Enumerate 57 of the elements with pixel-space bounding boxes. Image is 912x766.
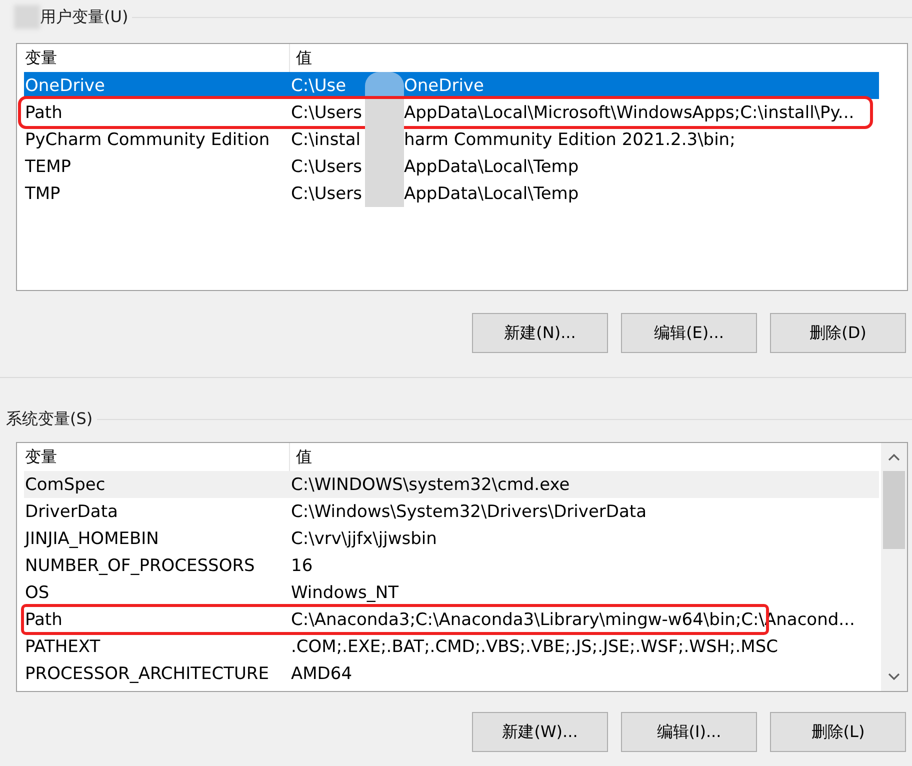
list-row[interactable]: Path C:\Users AppData\Local\Microsoft\WindowsApps;C:\install\Py... xyxy=(21,99,870,126)
variable-value: .COM;.EXE;.BAT;.CMD;.VBS;.VBE;.JS;.JSE;.WSF;.WSH;.MSC xyxy=(291,636,778,656)
dialog-button[interactable]: 新建(N)... xyxy=(472,313,608,353)
variable-value: AppData\Local\Microsoft\WindowsApps;C:\install\Py... xyxy=(404,102,854,122)
variable-value: C:\instal xyxy=(291,130,362,150)
variable-value: C:\Windows\System32\Drivers\DriverData xyxy=(291,502,646,522)
variable-value: AppData\Local\Temp xyxy=(404,184,579,204)
list-row[interactable]: ComSpec C:\WINDOWS\system32\cmd.exe xyxy=(24,471,879,498)
list-row[interactable]: PROCESSOR_ARCHITECTURE AMD64 xyxy=(24,660,879,687)
variable-value: AMD64 xyxy=(291,664,352,684)
variable-name: OneDrive xyxy=(24,76,106,96)
variable-name: TEMP xyxy=(24,156,72,176)
dialog-button[interactable]: 编辑(I)... xyxy=(621,712,757,752)
variable-name: ComSpec xyxy=(24,474,106,494)
variable-value: 16 xyxy=(291,556,313,576)
variable-value: AppData\Local\Temp xyxy=(404,156,579,176)
variable-value: harm Community Edition 2021.2.3\bin; xyxy=(404,130,736,150)
list-row[interactable]: OS Windows_NT xyxy=(24,579,879,606)
variable-name: Path xyxy=(24,610,64,630)
variable-name: NUMBER_OF_PROCESSORS xyxy=(24,556,256,576)
variable-name: DriverData xyxy=(24,502,119,522)
dialog-button[interactable]: 新建(W)... xyxy=(472,712,608,752)
scroll-down-icon[interactable] xyxy=(888,673,900,681)
variable-name: TMP xyxy=(24,184,62,204)
variable-value: C:\Users xyxy=(291,156,363,176)
variable-value: C:\WINDOWS\system32\cmd.exe xyxy=(291,474,570,494)
dialog-button[interactable]: 删除(L) xyxy=(770,712,906,752)
list-row[interactable]: PyCharm Community Edition C:\instal harm Community Edition 2021.2.3\bin; xyxy=(24,126,879,153)
column-header[interactable]: 值 xyxy=(290,443,312,471)
list-row[interactable]: TEMP C:\Users AppData\Local\Temp xyxy=(24,153,879,180)
variable-value: OneDrive xyxy=(404,76,484,96)
column-header[interactable]: 值 xyxy=(290,44,312,72)
scroll-thumb[interactable] xyxy=(883,471,905,549)
redaction-blur xyxy=(365,99,404,126)
variable-name: PROCESSOR_ARCHITECTURE xyxy=(24,664,270,684)
variable-value: C:\Users xyxy=(291,184,363,204)
variable-name: Path xyxy=(24,102,64,122)
variable-value: C:\Use xyxy=(291,76,348,96)
list-row[interactable]: PATHEXT .COM;.EXE;.BAT;.CMD;.VBS;.VBE;.JS;.JSE;.WSF;.WSH;.MSC xyxy=(24,633,879,660)
redaction-blur xyxy=(365,180,404,207)
group-title: 用户变量(U) xyxy=(40,6,128,28)
variable-name: JINJIA_HOMEBIN xyxy=(24,528,160,548)
list-row[interactable]: JINJIA_HOMEBIN C:\vrv\jjfx\jjwsbin xyxy=(24,525,879,552)
variable-value: Windows_NT xyxy=(291,582,398,602)
variable-name: PATHEXT xyxy=(24,636,102,656)
variable-name: PyCharm Community Edition xyxy=(24,130,271,150)
list-row[interactable]: NUMBER_OF_PROCESSORS 16 xyxy=(24,552,879,579)
scroll-up-icon[interactable] xyxy=(888,453,900,461)
group-title: 系统变量(S) xyxy=(6,409,93,430)
list-row[interactable]: TMP C:\Users AppData\Local\Temp xyxy=(24,180,879,207)
dialog-button[interactable]: 删除(D) xyxy=(770,313,906,353)
variable-name: OS xyxy=(24,582,50,602)
variable-value: C:\Users xyxy=(291,102,363,122)
dialog-button[interactable]: 编辑(E)... xyxy=(621,313,757,353)
scrollbar[interactable] xyxy=(881,443,907,691)
list-row[interactable]: DriverData C:\Windows\System32\Drivers\DriverData xyxy=(24,498,879,525)
variable-value: C:\vrv\jjfx\jjwsbin xyxy=(291,528,437,548)
